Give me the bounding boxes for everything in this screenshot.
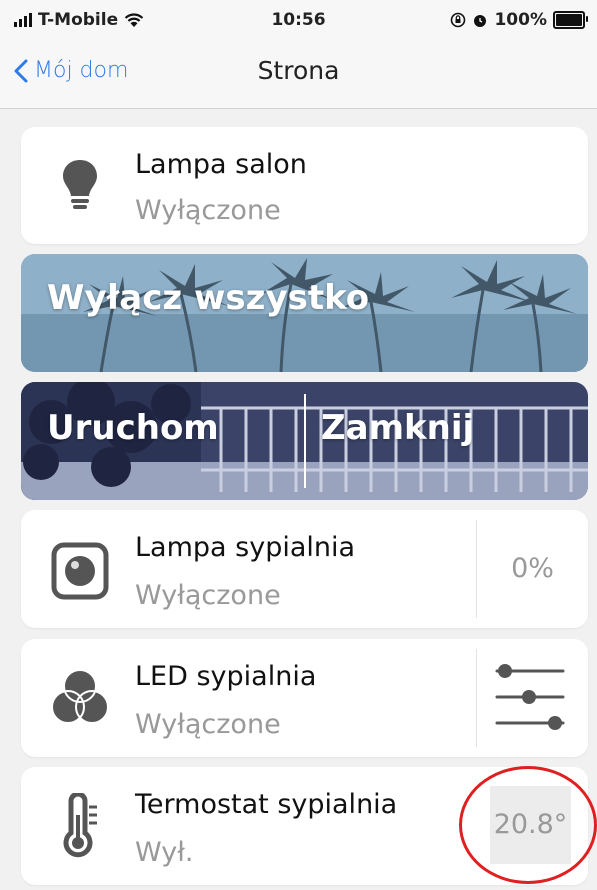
- rotation-lock-icon: [451, 12, 466, 28]
- battery-percent: 100%: [494, 10, 547, 30]
- status-right: 100%: [450, 10, 588, 30]
- device-name: LED sypialnia: [135, 661, 317, 692]
- alarm-icon: [474, 15, 487, 27]
- scene-all-off-button[interactable]: Wyłącz wszystko: [21, 254, 588, 372]
- scene-all-off-label: Wyłącz wszystko: [47, 278, 370, 318]
- dimmer-icon: [47, 538, 113, 604]
- device-state: Wyłączone: [135, 195, 281, 226]
- battery-icon: [553, 11, 588, 29]
- sliders-icon: [495, 664, 565, 730]
- device-state: Wył.: [135, 837, 194, 868]
- thermostat-value[interactable]: 20.8°: [490, 786, 571, 864]
- scene-close-button[interactable]: Zamknij: [321, 408, 474, 448]
- nav-bar: Mój dom Strona: [0, 40, 597, 109]
- device-name: Lampa salon: [135, 149, 307, 180]
- scene-open-button[interactable]: Uruchom: [47, 408, 219, 448]
- device-card-lampa-salon[interactable]: Lampa salon Wyłączone: [21, 127, 588, 244]
- device-card-lampa-sypialnia[interactable]: Lampa sypialnia Wyłączone 0%: [21, 510, 588, 628]
- thermometer-icon: [47, 793, 113, 859]
- device-state: Wyłączone: [135, 580, 281, 611]
- dimmer-value[interactable]: 0%: [477, 510, 588, 628]
- gate-scene-banner: Uruchom Zamknij: [21, 382, 588, 500]
- device-name: Lampa sypialnia: [135, 532, 356, 563]
- device-name: Termostat sypialnia: [135, 789, 398, 820]
- lightbulb-icon: [47, 153, 113, 219]
- device-state: Wyłączone: [135, 709, 281, 740]
- rgb-icon: [47, 665, 113, 731]
- device-card-led-sypialnia[interactable]: LED sypialnia Wyłączone: [21, 639, 588, 757]
- page-title: Strona: [257, 56, 340, 85]
- status-bar: T-Mobile 10:56 100%: [0, 0, 597, 40]
- sliders-button[interactable]: [477, 639, 588, 757]
